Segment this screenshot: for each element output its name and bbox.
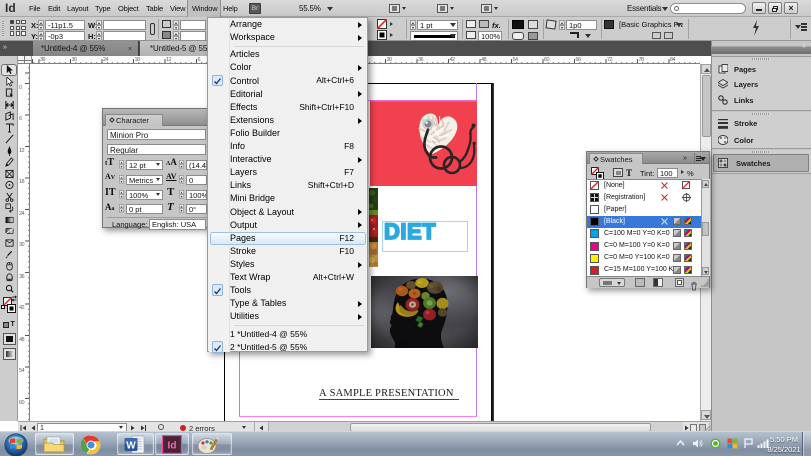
svg-text:W: W bbox=[126, 441, 136, 452]
svg-text:Id: Id bbox=[168, 441, 177, 452]
